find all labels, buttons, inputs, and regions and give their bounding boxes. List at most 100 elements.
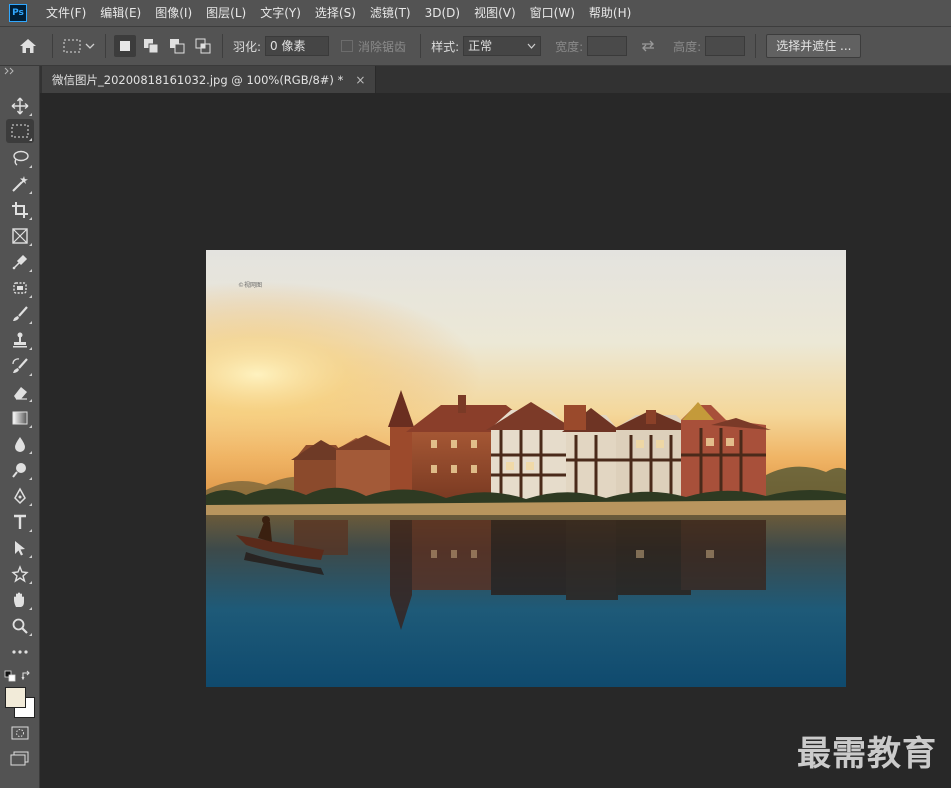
submenu-indicator xyxy=(29,451,32,454)
menu-items: 文件(F) 编辑(E) 图像(I) 图层(L) 文字(Y) 选择(S) 滤镜(T) 3D(D)… xyxy=(39,0,638,26)
canvas-workspace[interactable]: ©视网图 xyxy=(40,93,951,788)
add-selection-button[interactable] xyxy=(140,35,162,57)
shape-icon xyxy=(11,565,29,583)
menu-item[interactable]: 编辑(E) xyxy=(93,0,148,26)
menu-item[interactable]: 3D(D) xyxy=(418,0,467,26)
menu-item[interactable]: 窗口(W) xyxy=(523,0,582,26)
antialias-checkbox[interactable] xyxy=(341,40,354,52)
dodge-tool[interactable] xyxy=(6,458,34,482)
eyedropper-tool[interactable] xyxy=(6,250,34,274)
height-input[interactable] xyxy=(705,36,746,56)
submenu-indicator xyxy=(29,425,32,428)
swap-colors-icon[interactable] xyxy=(21,670,33,682)
close-icon[interactable]: × xyxy=(355,73,365,87)
brush-tool[interactable] xyxy=(6,302,34,326)
lakeside-villa-photo: ©视网图 xyxy=(206,250,846,687)
document-tab-strip: 微信图片_20200818161032.jpg @ 100%(RGB/8#) *… xyxy=(40,66,951,93)
type-tool[interactable] xyxy=(6,510,34,534)
submenu-indicator xyxy=(29,295,32,298)
submenu-indicator xyxy=(29,217,32,220)
submenu-indicator xyxy=(29,555,32,558)
path-select-tool[interactable] xyxy=(6,536,34,560)
menu-item[interactable]: 文件(F) xyxy=(39,0,93,26)
new-selection-button[interactable] xyxy=(114,35,136,57)
marquee-tool[interactable] xyxy=(6,119,34,143)
options-bar: 羽化: 0 像素 消除锯齿 样式: 正常 宽度: 高度: 选择并遮住 ... xyxy=(0,26,951,66)
submenu-indicator xyxy=(29,243,32,246)
menu-item[interactable]: 帮助(H) xyxy=(582,0,638,26)
submenu-indicator xyxy=(29,191,32,194)
document-tab[interactable]: 微信图片_20200818161032.jpg @ 100%(RGB/8#) *… xyxy=(42,66,377,93)
submenu-indicator xyxy=(29,373,32,376)
move-tool[interactable] xyxy=(6,94,34,118)
crop-icon xyxy=(12,202,28,218)
screen-mode-icon[interactable] xyxy=(10,751,30,767)
hand-icon xyxy=(14,592,24,607)
document-tab-title: 微信图片_20200818161032.jpg @ 100%(RGB/8#) * xyxy=(52,72,344,87)
chevron-down-icon xyxy=(85,43,95,49)
frame-icon xyxy=(12,228,28,244)
submenu-indicator xyxy=(29,477,32,480)
style-select[interactable]: 正常 xyxy=(463,36,542,56)
feather-label: 羽化: xyxy=(233,39,262,54)
home-icon xyxy=(20,39,36,53)
eraser-icon xyxy=(14,387,27,400)
magic-wand-icon xyxy=(12,176,28,192)
menu-item[interactable]: 图层(L) xyxy=(199,0,253,26)
submenu-indicator xyxy=(29,347,32,350)
style-select-value: 正常 xyxy=(468,39,493,53)
gradient-tool[interactable] xyxy=(6,406,34,430)
photoshop-logo-icon: Ps xyxy=(9,4,27,22)
quick-mask-icon[interactable] xyxy=(11,726,29,740)
submenu-indicator xyxy=(29,633,32,636)
eraser-tool[interactable] xyxy=(6,380,34,404)
collapse-panel-icon[interactable] xyxy=(4,67,16,75)
select-and-mask-button[interactable]: 选择并遮住 ... xyxy=(766,34,862,58)
brand-watermark: 最需教育 xyxy=(797,734,937,774)
menu-item[interactable]: 图像(I) xyxy=(148,0,199,26)
dodge-icon xyxy=(12,463,26,478)
gradient-icon xyxy=(12,411,28,425)
width-input[interactable] xyxy=(587,36,628,56)
stamp-icon xyxy=(13,332,27,348)
tools-panel xyxy=(0,66,40,788)
magic-wand-tool[interactable] xyxy=(6,172,34,196)
hand-tool[interactable] xyxy=(6,588,34,612)
submenu-indicator xyxy=(29,138,32,141)
shape-tool[interactable] xyxy=(6,562,34,586)
stamp-tool[interactable] xyxy=(6,328,34,352)
history-brush-tool[interactable] xyxy=(6,354,34,378)
submenu-indicator xyxy=(29,399,32,402)
submenu-indicator xyxy=(29,529,32,532)
rect-marquee-icon xyxy=(63,39,81,53)
swap-dimensions-button[interactable] xyxy=(633,40,663,52)
width-label: 宽度: xyxy=(555,39,584,54)
lasso-icon xyxy=(13,150,29,166)
menu-item[interactable]: 文字(Y) xyxy=(253,0,308,26)
feather-input[interactable]: 0 像素 xyxy=(265,36,330,56)
tool-preset-picker[interactable] xyxy=(59,39,99,53)
menu-item[interactable]: 选择(S) xyxy=(308,0,363,26)
move-icon xyxy=(11,97,29,115)
foreground-color-swatch[interactable] xyxy=(5,687,26,708)
healing-tool[interactable] xyxy=(6,276,34,300)
menu-item[interactable]: 滤镜(T) xyxy=(363,0,418,26)
rect-marquee-icon xyxy=(11,124,29,138)
menu-item[interactable]: 视图(V) xyxy=(467,0,523,26)
submenu-indicator xyxy=(29,113,32,116)
intersect-selection-button[interactable] xyxy=(192,35,214,57)
type-icon xyxy=(14,514,26,529)
submenu-indicator xyxy=(29,581,32,584)
crop-tool[interactable] xyxy=(6,198,34,222)
more-tools[interactable] xyxy=(6,640,34,664)
home-button[interactable] xyxy=(10,38,46,54)
lasso-tool[interactable] xyxy=(6,146,34,170)
image-watermark-text: ©视网图 xyxy=(238,281,262,289)
frame-tool[interactable] xyxy=(6,224,34,248)
default-colors-icon[interactable] xyxy=(4,670,16,682)
pen-tool[interactable] xyxy=(6,484,34,508)
document-image[interactable]: ©视网图 xyxy=(206,250,846,687)
subtract-selection-button[interactable] xyxy=(166,35,188,57)
blur-tool[interactable] xyxy=(6,432,34,456)
zoom-tool[interactable] xyxy=(6,614,34,638)
